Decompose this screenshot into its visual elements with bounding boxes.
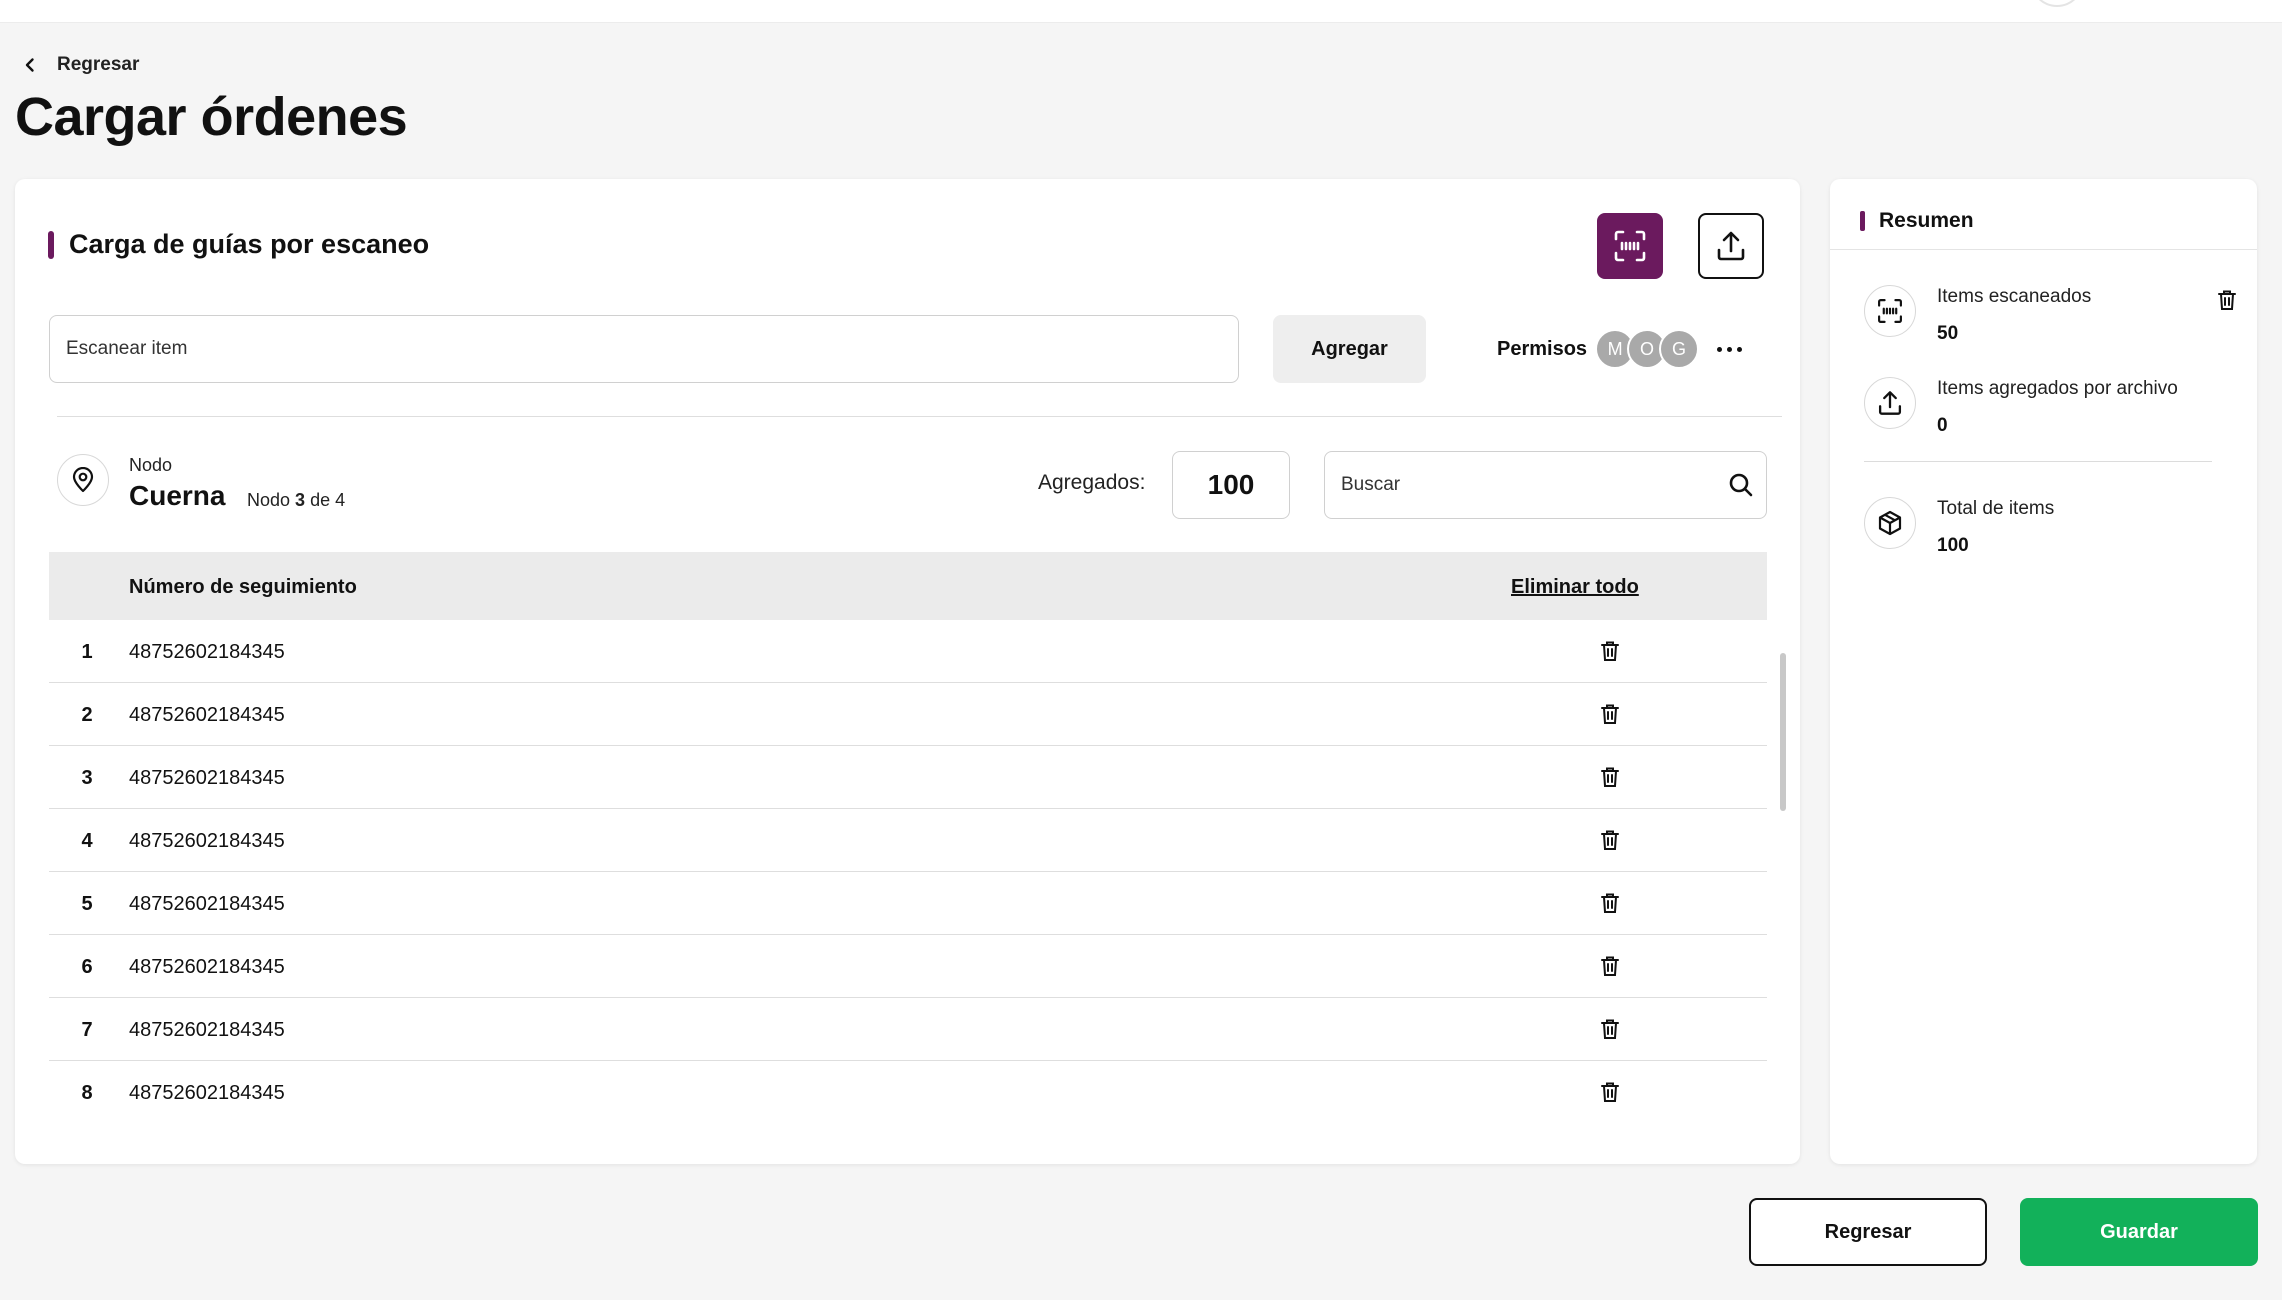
box-icon bbox=[1864, 497, 1916, 549]
row-index: 4 bbox=[81, 830, 93, 852]
node-total: 4 bbox=[335, 490, 346, 510]
tracking-number: 48752602184345 bbox=[129, 704, 285, 726]
page-title: Cargar órdenes bbox=[15, 87, 408, 147]
table-row: 2 48752602184345 bbox=[49, 683, 1767, 746]
upload-icon bbox=[1717, 231, 1745, 261]
permissions-label: Permisos bbox=[1497, 337, 1588, 360]
user-avatar[interactable] bbox=[2030, 0, 2084, 7]
trash-icon[interactable] bbox=[1595, 762, 1625, 792]
summary-scanned-value: 50 bbox=[1937, 323, 1959, 344]
tracking-number: 48752602184345 bbox=[129, 893, 285, 915]
summary-total-value: 100 bbox=[1937, 535, 1969, 556]
row-index: 6 bbox=[81, 956, 93, 978]
upload-icon bbox=[1864, 377, 1916, 429]
search-box bbox=[1324, 451, 1767, 519]
tracking-number: 48752602184345 bbox=[129, 1019, 285, 1041]
back-button[interactable]: Regresar bbox=[1749, 1198, 1987, 1266]
summary-scanned: Items escaneados 50 bbox=[1864, 285, 2244, 355]
scan-icon bbox=[1614, 230, 1646, 262]
summary-total-label: Total de items bbox=[1937, 498, 2055, 519]
scan-card: Carga de guías por escaneo Agregar Permi… bbox=[15, 179, 1800, 1164]
trash-icon[interactable] bbox=[2212, 285, 2242, 315]
search-icon[interactable] bbox=[1716, 472, 1766, 498]
tracking-number: 48752602184345 bbox=[129, 1082, 285, 1104]
delete-all-link[interactable]: Eliminar todo bbox=[1511, 576, 1639, 599]
add-button[interactable]: Agregar bbox=[1273, 315, 1426, 383]
trash-icon[interactable] bbox=[1595, 888, 1625, 918]
row-index: 1 bbox=[81, 641, 93, 663]
trash-icon[interactable] bbox=[1595, 1077, 1625, 1107]
divider bbox=[57, 416, 1782, 417]
node-current: 3 bbox=[295, 490, 306, 510]
section-title-text: Carga de guías por escaneo bbox=[69, 229, 430, 259]
trash-icon[interactable] bbox=[1595, 951, 1625, 981]
tracking-number: 48752602184345 bbox=[129, 767, 285, 789]
permissions: Permisos M O G bbox=[1497, 329, 1743, 369]
top-bar bbox=[0, 0, 2282, 23]
summary-file-added-value: 0 bbox=[1937, 415, 1948, 436]
node-label: Nodo bbox=[129, 455, 173, 475]
summary-title-text: Resumen bbox=[1879, 209, 1974, 232]
row-index: 3 bbox=[81, 767, 93, 789]
back-link[interactable]: Regresar bbox=[15, 52, 139, 78]
row-index: 7 bbox=[81, 1019, 93, 1041]
summary-file-added: Items agregados por archivo 0 bbox=[1864, 377, 2244, 447]
tracking-list: 1 48752602184345 2 48752602184345 3 4875… bbox=[49, 620, 1767, 1124]
column-tracking-number: Número de seguimiento bbox=[129, 576, 357, 598]
row-index: 5 bbox=[81, 893, 93, 915]
tracking-number: 48752602184345 bbox=[129, 956, 285, 978]
avatar[interactable]: G bbox=[1659, 329, 1700, 369]
table-header: Número de seguimiento Eliminar todo bbox=[49, 552, 1767, 620]
summary-scanned-label: Items escaneados bbox=[1937, 286, 2092, 307]
search-input[interactable] bbox=[1325, 474, 1716, 496]
table-row: 1 48752602184345 bbox=[49, 620, 1767, 683]
node-name: Cuerna bbox=[129, 480, 226, 511]
trash-icon[interactable] bbox=[1595, 1014, 1625, 1044]
upload-file-button[interactable] bbox=[1698, 213, 1764, 279]
more-horizontal-icon[interactable] bbox=[1717, 346, 1743, 352]
summary-title: Resumen bbox=[1860, 209, 1974, 233]
scan-icon bbox=[1864, 285, 1916, 337]
table-row: 3 48752602184345 bbox=[49, 746, 1767, 809]
chevron-left-icon bbox=[15, 52, 45, 78]
summary-accent-bar bbox=[1860, 211, 1865, 231]
node-count-separator: de bbox=[310, 490, 331, 510]
back-link-label: Regresar bbox=[57, 54, 140, 75]
added-label: Agregados: bbox=[1038, 471, 1146, 494]
divider bbox=[1864, 461, 2212, 462]
table-row: 4 48752602184345 bbox=[49, 809, 1767, 872]
table-row: 7 48752602184345 bbox=[49, 998, 1767, 1061]
location-pin-icon bbox=[57, 454, 109, 506]
table-row: 6 48752602184345 bbox=[49, 935, 1767, 998]
divider bbox=[1830, 249, 2257, 250]
trash-icon[interactable] bbox=[1595, 636, 1625, 666]
table-row: 5 48752602184345 bbox=[49, 872, 1767, 935]
tracking-number: 48752602184345 bbox=[129, 830, 285, 852]
node-count: Nodo 3 de 4 bbox=[247, 490, 345, 511]
save-button[interactable]: Guardar bbox=[2020, 1198, 2258, 1266]
trash-icon[interactable] bbox=[1595, 699, 1625, 729]
table-row: 8 48752602184345 bbox=[49, 1061, 1767, 1124]
summary-total: Total de items 100 bbox=[1864, 497, 2244, 567]
list-scrollbar[interactable] bbox=[1780, 653, 1786, 811]
tracking-number: 48752602184345 bbox=[129, 641, 285, 663]
section-title: Carga de guías por escaneo bbox=[48, 229, 429, 260]
added-count: 100 bbox=[1172, 451, 1290, 519]
summary-file-added-label: Items agregados por archivo bbox=[1937, 378, 2178, 399]
node-count-prefix: Nodo bbox=[247, 490, 291, 510]
scan-mode-button[interactable] bbox=[1597, 213, 1663, 279]
scan-item-input[interactable] bbox=[49, 315, 1239, 383]
row-index: 2 bbox=[81, 704, 93, 726]
section-accent-bar bbox=[48, 230, 54, 259]
row-index: 8 bbox=[81, 1082, 93, 1104]
trash-icon[interactable] bbox=[1595, 825, 1625, 855]
summary-card: Resumen Items escaneados 50 Items agrega… bbox=[1830, 179, 2257, 1164]
